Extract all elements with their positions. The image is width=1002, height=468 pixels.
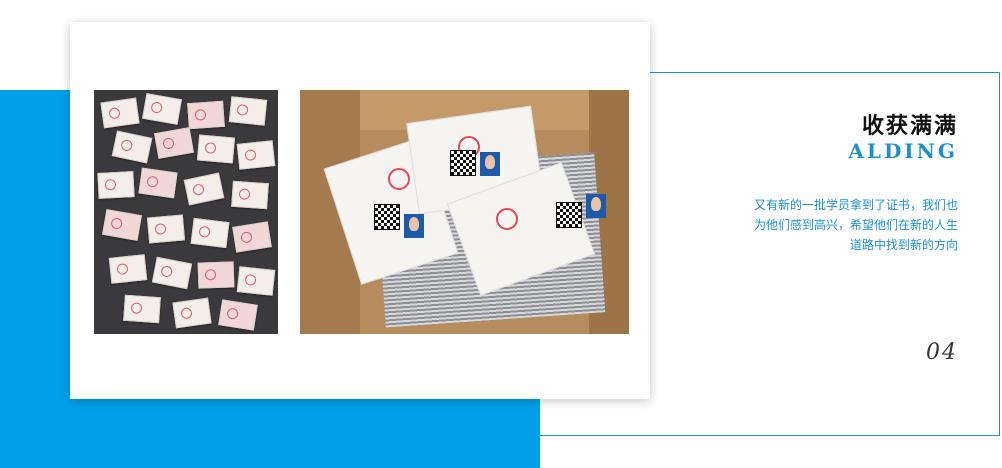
photo-card xyxy=(70,22,650,399)
certificates-in-box-photo xyxy=(300,90,629,334)
section-description: 又有新的一批学员拿到了证书，我们也 为他们感到高兴，希望他们在新的人生 道路中找… xyxy=(718,195,958,255)
section-subtitle: ALDING xyxy=(848,139,958,163)
certificates-on-table-photo xyxy=(94,90,278,334)
description-line: 道路中找到新的方向 xyxy=(849,238,958,252)
description-line: 为他们感到高兴，希望他们在新的人生 xyxy=(753,218,958,232)
page-number: 04 xyxy=(926,340,958,365)
description-line: 又有新的一批学员拿到了证书，我们也 xyxy=(753,198,958,212)
section-title: 收获满满 xyxy=(861,114,958,139)
